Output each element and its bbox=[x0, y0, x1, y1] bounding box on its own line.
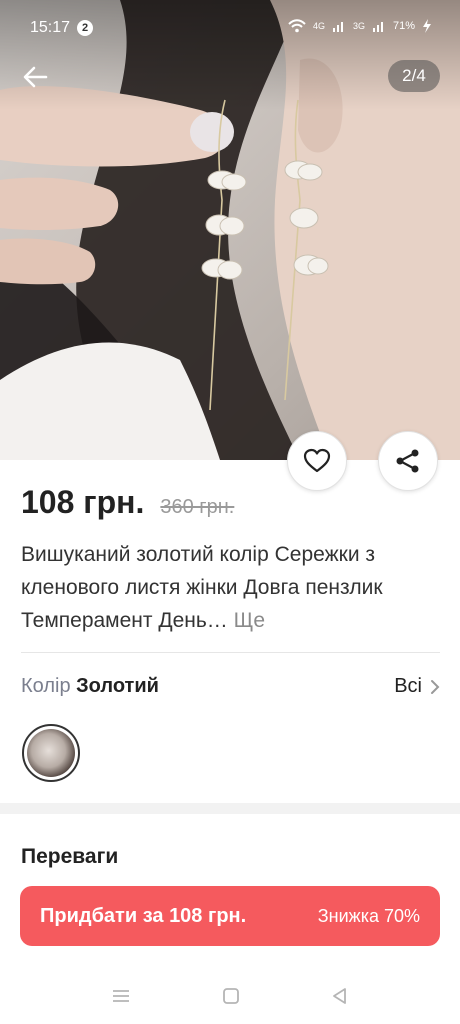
current-price: 108 грн. bbox=[21, 484, 145, 520]
more-link[interactable]: Ще bbox=[234, 609, 265, 632]
chevron-right-icon bbox=[431, 679, 440, 694]
menu-icon bbox=[113, 990, 129, 1002]
charging-icon bbox=[423, 19, 431, 33]
swatch-thumbnail bbox=[27, 729, 75, 777]
nav-back-button[interactable] bbox=[330, 986, 350, 1006]
color-value: Золотий bbox=[76, 675, 159, 697]
network-2-label: 3G bbox=[352, 21, 365, 31]
all-variants-link[interactable]: Всі bbox=[394, 675, 440, 698]
buy-button-label: Придбати за 108 грн. bbox=[40, 904, 247, 927]
status-time: 15:17 bbox=[30, 19, 71, 36]
status-bar: 15:17 2 4G 3G 71% bbox=[0, 0, 460, 56]
wifi-icon bbox=[288, 19, 306, 33]
notification-badge: 2 bbox=[77, 20, 93, 36]
color-label: Колір bbox=[21, 675, 71, 697]
network-1-label: 4G bbox=[312, 21, 325, 31]
share-button[interactable] bbox=[378, 431, 438, 491]
heart-icon bbox=[303, 448, 331, 473]
price-row: 108 грн. 360 грн. bbox=[21, 484, 234, 521]
section-separator bbox=[0, 803, 460, 814]
favorite-button[interactable] bbox=[287, 431, 347, 491]
buy-button[interactable]: Придбати за 108 грн. Знижка 70% bbox=[20, 886, 440, 946]
old-price: 360 грн. bbox=[160, 496, 235, 518]
triangle-back-icon bbox=[333, 988, 346, 1004]
color-selector-row[interactable]: Колір Золотий Всі bbox=[21, 675, 440, 701]
arrow-left-icon bbox=[23, 66, 48, 88]
nav-home-button[interactable] bbox=[221, 986, 241, 1006]
benefits-title: Переваги bbox=[21, 845, 119, 868]
signal-icon-2 bbox=[372, 22, 383, 32]
color-swatch-selected[interactable] bbox=[22, 724, 80, 782]
signal-icon bbox=[332, 22, 343, 32]
all-variants-label: Всі bbox=[394, 675, 422, 697]
divider bbox=[21, 652, 440, 653]
battery-percent: 71% bbox=[392, 20, 415, 32]
status-icons: 4G 3G 71% bbox=[288, 19, 432, 33]
product-title-text: Вишуканий золотий колір Сережки з кленов… bbox=[21, 543, 383, 632]
back-button[interactable] bbox=[20, 62, 54, 92]
share-icon bbox=[396, 449, 419, 473]
system-nav-bar bbox=[0, 966, 460, 1024]
nav-menu-button[interactable] bbox=[111, 986, 131, 1006]
product-title: Вишуканий золотий колір Сережки з кленов… bbox=[21, 538, 441, 637]
discount-label: Знижка 70% bbox=[317, 905, 420, 926]
square-home-icon bbox=[223, 988, 239, 1004]
image-counter: 2/4 bbox=[388, 60, 440, 92]
